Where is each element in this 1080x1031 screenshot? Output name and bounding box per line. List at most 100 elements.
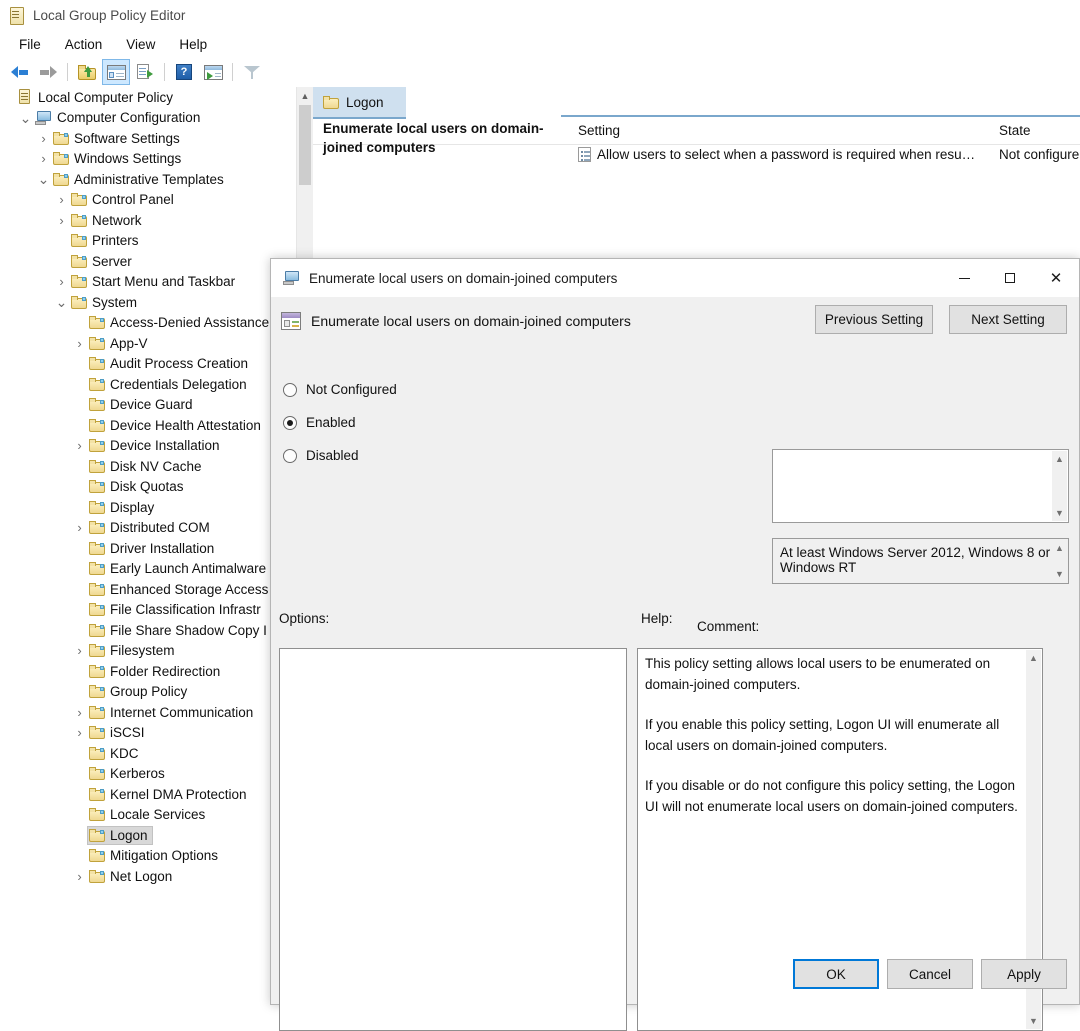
chevron-right-icon[interactable]: › bbox=[72, 643, 87, 658]
chevron-right-icon[interactable]: › bbox=[54, 274, 69, 289]
tree-item[interactable]: Local Computer Policy bbox=[0, 87, 296, 108]
cancel-button[interactable]: Cancel bbox=[887, 959, 973, 989]
tree-item[interactable]: ›Distributed COM bbox=[0, 518, 296, 539]
tree-item-content[interactable]: Start Menu and Taskbar bbox=[69, 272, 240, 291]
tree-item[interactable]: Logon bbox=[0, 825, 296, 846]
tree-item-content[interactable]: Kernel DMA Protection bbox=[87, 785, 252, 804]
tree-item[interactable]: Early Launch Antimalware bbox=[0, 559, 296, 580]
tree-item[interactable]: Kernel DMA Protection bbox=[0, 784, 296, 805]
scroll-up-icon[interactable]: ▲ bbox=[297, 87, 313, 104]
column-header-state[interactable]: State bbox=[999, 123, 1031, 138]
scroll-thumb[interactable] bbox=[299, 105, 311, 185]
tree-item[interactable]: ›Device Installation bbox=[0, 436, 296, 457]
maximize-icon[interactable] bbox=[987, 259, 1033, 297]
chevron-right-icon[interactable]: › bbox=[36, 131, 51, 146]
tree-item[interactable]: Driver Installation bbox=[0, 538, 296, 559]
tree-item[interactable]: Disk NV Cache bbox=[0, 456, 296, 477]
tree-item-content[interactable]: Printers bbox=[69, 231, 144, 250]
tree-item-content[interactable]: Distributed COM bbox=[87, 518, 215, 537]
tree-item-content[interactable]: KDC bbox=[87, 744, 144, 763]
menu-item-file[interactable]: File bbox=[8, 34, 52, 55]
tree-item[interactable]: Display bbox=[0, 497, 296, 518]
minimize-icon[interactable] bbox=[941, 259, 987, 297]
tree-item-content[interactable]: Logon bbox=[87, 826, 153, 845]
tree-item-content[interactable]: Network bbox=[69, 211, 147, 230]
radio-dot-enabled[interactable] bbox=[283, 416, 297, 430]
tree-item[interactable]: ›Start Menu and Taskbar bbox=[0, 272, 296, 293]
tree-item-content[interactable]: File Share Shadow Copy I bbox=[87, 621, 272, 640]
tree-item[interactable]: Mitigation Options bbox=[0, 846, 296, 867]
export-list-icon[interactable] bbox=[131, 59, 159, 85]
tree-item[interactable]: Printers bbox=[0, 231, 296, 252]
tree-item[interactable]: ›Windows Settings bbox=[0, 149, 296, 170]
tree-item[interactable]: KDC bbox=[0, 743, 296, 764]
tree-item-content[interactable]: Server bbox=[69, 252, 137, 271]
tree-item[interactable]: Disk Quotas bbox=[0, 477, 296, 498]
tree-item[interactable]: Group Policy bbox=[0, 682, 296, 703]
tree-item-content[interactable]: Control Panel bbox=[69, 190, 179, 209]
tree-item[interactable]: ⌄Administrative Templates bbox=[0, 169, 296, 190]
tree-item-content[interactable]: Early Launch Antimalware bbox=[87, 559, 271, 578]
console-tree[interactable]: Local Computer Policy⌄Computer Configura… bbox=[0, 87, 296, 918]
tab-logon[interactable]: Logon bbox=[313, 87, 406, 119]
filter-icon[interactable] bbox=[238, 59, 266, 85]
comment-input[interactable]: ▲ ▼ bbox=[772, 449, 1069, 523]
ok-button[interactable]: OK bbox=[793, 959, 879, 989]
tree-item-content[interactable]: Disk NV Cache bbox=[87, 457, 207, 476]
tree-item[interactable]: ›Net Logon bbox=[0, 866, 296, 887]
radio-not-configured[interactable]: Not Configured bbox=[283, 373, 478, 406]
tree-item[interactable]: File Classification Infrastr bbox=[0, 600, 296, 621]
chevron-right-icon[interactable]: › bbox=[36, 151, 51, 166]
back-arrow-icon[interactable] bbox=[5, 59, 33, 85]
tree-item[interactable]: Device Health Attestation bbox=[0, 415, 296, 436]
supported-scrollbar[interactable]: ▲ ▼ bbox=[1052, 540, 1067, 582]
tree-item-content[interactable]: File Classification Infrastr bbox=[87, 600, 266, 619]
tree-item-content[interactable]: Folder Redirection bbox=[87, 662, 225, 681]
tree-item-content[interactable]: Administrative Templates bbox=[51, 170, 229, 189]
tree-item[interactable]: Folder Redirection bbox=[0, 661, 296, 682]
tree-item-content[interactable]: Audit Process Creation bbox=[87, 354, 253, 373]
tree-item-content[interactable]: Local Computer Policy bbox=[15, 88, 178, 107]
scroll-up-icon[interactable]: ▲ bbox=[1052, 451, 1067, 467]
comment-scrollbar[interactable]: ▲ ▼ bbox=[1052, 451, 1067, 521]
tree-item[interactable]: ›Network bbox=[0, 210, 296, 231]
scroll-up-icon[interactable]: ▲ bbox=[1026, 650, 1041, 666]
help-icon[interactable]: ? bbox=[170, 59, 198, 85]
tree-item-content[interactable]: iSCSI bbox=[87, 723, 150, 742]
tree-item-content[interactable]: Locale Services bbox=[87, 805, 210, 824]
tree-item-content[interactable]: Enhanced Storage Access bbox=[87, 580, 273, 599]
tree-item-content[interactable]: System bbox=[69, 293, 142, 312]
tree-item[interactable]: Locale Services bbox=[0, 805, 296, 826]
apply-button[interactable]: Apply bbox=[981, 959, 1067, 989]
scroll-down-icon[interactable]: ▼ bbox=[1026, 1013, 1041, 1029]
radio-enabled[interactable]: Enabled bbox=[283, 406, 478, 439]
tree-item[interactable]: Device Guard bbox=[0, 395, 296, 416]
next-setting-button[interactable]: Next Setting bbox=[949, 305, 1067, 334]
forward-arrow-icon[interactable] bbox=[34, 59, 62, 85]
tree-item-content[interactable]: Mitigation Options bbox=[87, 846, 223, 865]
tree-item-content[interactable]: Device Installation bbox=[87, 436, 225, 455]
tree-item-content[interactable]: Computer Configuration bbox=[33, 108, 205, 127]
tree-item-content[interactable]: Credentials Delegation bbox=[87, 375, 252, 394]
column-header-setting[interactable]: Setting bbox=[578, 123, 620, 138]
menu-item-action[interactable]: Action bbox=[54, 34, 114, 55]
tree-item-content[interactable]: App-V bbox=[87, 334, 153, 353]
chevron-right-icon[interactable]: › bbox=[72, 520, 87, 535]
chevron-right-icon[interactable]: › bbox=[72, 869, 87, 884]
tree-item-content[interactable]: Internet Communication bbox=[87, 703, 258, 722]
close-icon[interactable]: ✕ bbox=[1033, 259, 1079, 297]
scroll-down-icon[interactable]: ▼ bbox=[1052, 505, 1067, 521]
chevron-right-icon[interactable]: › bbox=[72, 336, 87, 351]
tree-item-content[interactable]: Net Logon bbox=[87, 867, 177, 886]
chevron-right-icon[interactable]: › bbox=[54, 213, 69, 228]
previous-setting-button[interactable]: Previous Setting bbox=[815, 305, 933, 334]
chevron-right-icon[interactable]: › bbox=[72, 725, 87, 740]
tree-item[interactable]: ›Filesystem bbox=[0, 641, 296, 662]
tree-item[interactable]: ›Internet Communication bbox=[0, 702, 296, 723]
scroll-up-icon[interactable]: ▲ bbox=[1052, 540, 1067, 556]
tree-item-content[interactable]: Windows Settings bbox=[51, 149, 186, 168]
chevron-down-icon[interactable]: ⌄ bbox=[54, 298, 69, 306]
chevron-right-icon[interactable]: › bbox=[72, 438, 87, 453]
chevron-down-icon[interactable]: ⌄ bbox=[18, 114, 33, 122]
show-hide-console-tree-icon[interactable] bbox=[102, 59, 130, 85]
